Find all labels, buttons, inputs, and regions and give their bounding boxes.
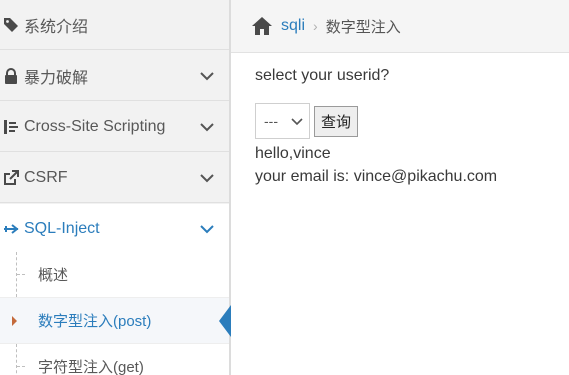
tag-icon — [2, 16, 20, 34]
breadcrumb-link-sqli[interactable]: sqli — [281, 17, 305, 35]
sidebar-item-label: CSRF — [24, 168, 68, 186]
sidebar-item-brute-force[interactable]: 暴力破解 — [0, 51, 229, 101]
sidebar: 系统介绍 暴力破解 Cross-Site Scripting CSRF SQL-… — [0, 0, 231, 375]
userid-select[interactable]: --- — [255, 103, 310, 139]
sidebar-subitem-label: 字符型注入(get) — [38, 359, 144, 375]
lock-icon — [2, 67, 20, 85]
sitemap-icon — [2, 118, 20, 136]
sidebar-item-system-intro[interactable]: 系统介绍 — [0, 0, 229, 50]
sidebar-item-label: 暴力破解 — [24, 69, 89, 87]
active-pointer-icon — [219, 305, 231, 337]
result-greeting: hello,vince — [255, 145, 331, 162]
chevron-down-icon — [199, 170, 215, 186]
sidebar-item-label: SQL-Inject — [24, 219, 100, 237]
chevron-down-icon — [291, 113, 303, 129]
sidebar-subitem-label: 概述 — [38, 267, 69, 284]
external-link-icon — [2, 169, 20, 187]
sidebar-subitem-string-injection[interactable]: 字符型注入(get) — [0, 344, 229, 375]
tree-line — [12, 252, 26, 297]
home-icon[interactable] — [251, 16, 273, 36]
sidebar-item-csrf[interactable]: CSRF — [0, 153, 229, 203]
query-button[interactable]: 查询 — [314, 105, 359, 137]
sidebar-item-xss[interactable]: Cross-Site Scripting — [0, 102, 229, 152]
query-form: --- 查询 — [255, 103, 565, 139]
sidebar-item-label: 系统介绍 — [24, 18, 89, 36]
sidebar-item-sql-inject[interactable]: SQL-Inject — [0, 204, 229, 254]
breadcrumb-separator: › — [313, 18, 318, 34]
chevron-down-icon — [199, 68, 215, 84]
sidebar-subitem-numeric-injection[interactable]: 数字型注入(post) — [0, 298, 231, 344]
result-email: your email is: vince@pikachu.com — [255, 168, 498, 185]
sidebar-subitem-overview[interactable]: 概述 — [0, 252, 229, 298]
breadcrumb: sqli › 数字型注入 — [231, 0, 569, 53]
main-content: select your userid? --- 查询 hello,vince y… — [255, 64, 565, 188]
plane-icon — [2, 220, 20, 238]
sidebar-item-label: Cross-Site Scripting — [24, 117, 166, 135]
caret-right-icon — [12, 316, 17, 326]
breadcrumb-current: 数字型注入 — [325, 18, 401, 36]
tree-line — [12, 344, 26, 375]
sidebar-subitem-label: 数字型注入(post) — [38, 313, 152, 330]
chevron-down-icon — [199, 221, 215, 237]
chevron-down-icon — [199, 119, 215, 135]
select-value: --- — [264, 113, 278, 129]
result-text: hello,vince your email is: vince@pikachu… — [255, 142, 565, 188]
userid-prompt: select your userid? — [255, 67, 390, 84]
